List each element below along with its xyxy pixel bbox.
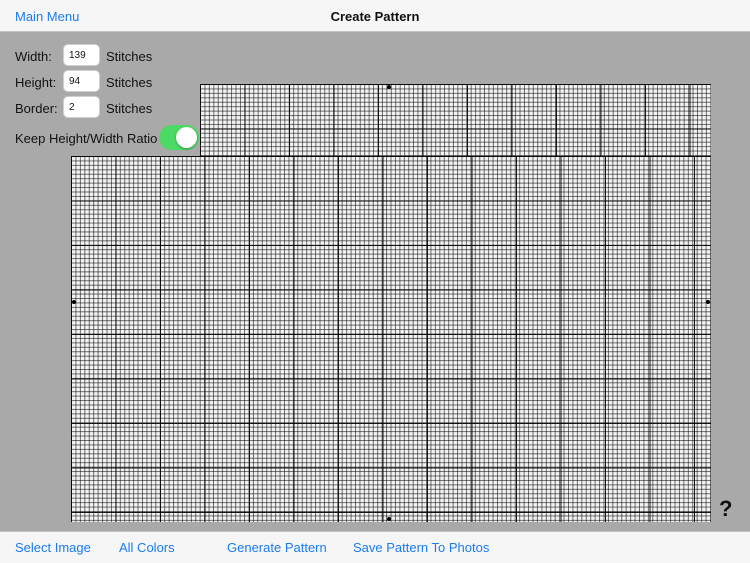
keep-ratio-toggle[interactable]	[159, 125, 199, 150]
border-input[interactable]	[63, 96, 100, 118]
width-unit-label: Stitches	[106, 49, 153, 64]
width-row: Width: Stitches	[15, 44, 215, 68]
help-button[interactable]: ?	[719, 496, 732, 522]
center-marker-left	[72, 300, 76, 304]
border-unit-label: Stitches	[106, 101, 153, 116]
width-label: Width:	[15, 49, 52, 64]
save-pattern-button[interactable]: Save Pattern To Photos	[353, 540, 489, 555]
center-marker-top	[387, 85, 391, 89]
center-marker-bottom	[387, 517, 391, 521]
toggle-knob	[176, 127, 197, 148]
width-input[interactable]	[63, 44, 100, 66]
height-row: Height: Stitches	[15, 70, 215, 94]
keep-ratio-label: Keep Height/Width Ratio	[15, 131, 158, 146]
page-title: Create Pattern	[330, 9, 420, 24]
pattern-grid-top	[200, 84, 711, 158]
center-marker-right	[706, 300, 710, 304]
border-label: Border:	[15, 101, 58, 116]
height-unit-label: Stitches	[106, 75, 153, 90]
navigation-bar: Main Menu Create Pattern	[0, 0, 750, 32]
height-input[interactable]	[63, 70, 100, 92]
height-label: Height:	[15, 75, 57, 90]
select-image-button[interactable]: Select Image	[15, 540, 91, 555]
generate-pattern-button[interactable]: Generate Pattern	[227, 540, 327, 555]
border-row: Border: Stitches	[15, 96, 215, 120]
all-colors-button[interactable]: All Colors	[119, 540, 175, 555]
pattern-grid	[71, 156, 711, 522]
bottom-toolbar: Select Image All Colors Generate Pattern…	[0, 531, 750, 563]
